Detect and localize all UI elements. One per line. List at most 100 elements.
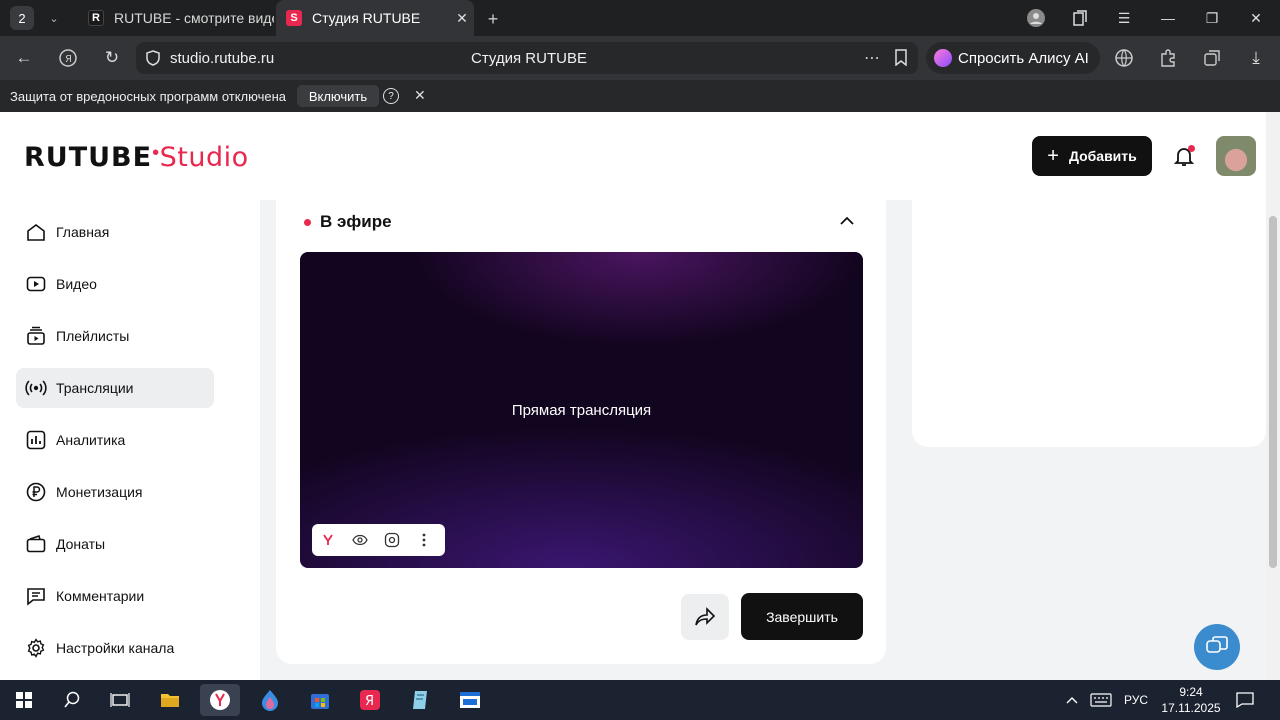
end-broadcast-button[interactable]: Завершить bbox=[741, 593, 863, 640]
new-tab-icon[interactable]: + bbox=[482, 8, 504, 30]
chat-icon bbox=[1206, 636, 1228, 653]
rutube-favicon-icon: R bbox=[88, 10, 104, 26]
file-explorer-icon[interactable] bbox=[150, 684, 190, 716]
close-window-icon[interactable]: ✕ bbox=[1234, 0, 1278, 36]
reload-icon[interactable]: ↻ bbox=[100, 46, 124, 70]
sidebar-item-broadcasts[interactable]: Трансляции bbox=[16, 368, 214, 408]
sidebar: Главная Видео Плейлисты Трансляции Анали… bbox=[0, 200, 260, 680]
live-indicator-dot bbox=[304, 219, 311, 226]
broadcast-icon bbox=[25, 377, 47, 399]
home-icon bbox=[25, 221, 47, 243]
profile-icon[interactable] bbox=[1014, 0, 1058, 36]
notification-dot bbox=[1188, 145, 1195, 152]
keyboard-icon[interactable] bbox=[1090, 680, 1116, 720]
yandex-home-icon[interactable]: Я bbox=[56, 46, 80, 70]
url-text: studio.rutube.ru bbox=[170, 50, 275, 67]
security-warning-text: Защита от вредоносных программ отключена bbox=[10, 89, 287, 104]
wallet-icon bbox=[25, 533, 47, 555]
security-info-bar: Защита от вредоносных программ отключена… bbox=[0, 80, 1280, 112]
search-icon[interactable] bbox=[52, 684, 92, 716]
ruble-icon bbox=[25, 481, 47, 503]
sidebar-item-analytics[interactable]: Аналитика bbox=[16, 420, 214, 460]
scrollbar-thumb[interactable] bbox=[1269, 216, 1277, 568]
sidebar-item-home[interactable]: Главная bbox=[16, 212, 214, 252]
sidebar-item-comments[interactable]: Комментарии bbox=[16, 576, 214, 616]
fire-app-icon[interactable] bbox=[250, 684, 290, 716]
video-player[interactable]: Прямая трансляция bbox=[300, 252, 863, 568]
menu-icon[interactable]: ☰ bbox=[1102, 0, 1146, 36]
logo-dot: • bbox=[152, 142, 160, 164]
language-indicator[interactable]: РУС bbox=[1124, 680, 1148, 720]
tabs-dropdown-icon[interactable]: ⌄ bbox=[44, 8, 64, 28]
window-app-icon[interactable] bbox=[450, 684, 490, 716]
sidebar-item-donations[interactable]: Донаты bbox=[16, 524, 214, 564]
player-title: Прямая трансляция bbox=[511, 402, 652, 419]
logo-studio: Studio bbox=[159, 142, 249, 173]
shield-icon[interactable] bbox=[146, 50, 160, 66]
back-icon[interactable]: ← bbox=[12, 46, 36, 70]
sidebar-item-video[interactable]: Видео bbox=[16, 264, 214, 304]
analytics-icon bbox=[25, 429, 47, 451]
sidebar-item-playlists[interactable]: Плейлисты bbox=[16, 316, 214, 356]
task-view-icon[interactable] bbox=[100, 684, 140, 716]
eye-icon[interactable] bbox=[344, 524, 376, 556]
close-infobar-icon[interactable]: ✕ bbox=[414, 87, 426, 104]
tab-count-button[interactable]: 2 bbox=[10, 6, 34, 30]
yandex-icon[interactable] bbox=[312, 524, 344, 556]
help-icon[interactable]: ? bbox=[383, 88, 399, 104]
add-button[interactable]: + Добавить bbox=[1032, 136, 1152, 176]
bookmark-icon[interactable] bbox=[894, 49, 908, 71]
playlist-icon bbox=[25, 325, 47, 347]
tabs-collection-icon[interactable] bbox=[1200, 46, 1224, 70]
studio-favicon-icon: S bbox=[286, 10, 302, 26]
share-button[interactable] bbox=[681, 594, 729, 640]
restore-icon[interactable]: ❐ bbox=[1190, 0, 1234, 36]
tray-overflow-icon[interactable] bbox=[1066, 680, 1084, 720]
sidebar-item-channel-settings[interactable]: Настройки канала bbox=[16, 628, 214, 668]
sidebar-item-label: Донаты bbox=[56, 536, 106, 552]
screenshot-icon[interactable] bbox=[376, 524, 408, 556]
sidebar-item-label: Аналитика bbox=[56, 432, 126, 448]
studio-header: RUTUBE•Studio + Добавить bbox=[0, 112, 1266, 200]
sidebar-item-label: Настройки канала bbox=[56, 640, 175, 656]
extensions-icon[interactable] bbox=[1156, 46, 1180, 70]
taskbar-clock[interactable]: 9:24 17.11.2025 bbox=[1156, 684, 1226, 716]
sidebar-item-label: Видео bbox=[56, 276, 97, 292]
alice-icon bbox=[934, 49, 952, 67]
minimize-icon[interactable]: — bbox=[1146, 0, 1190, 36]
rutube-studio-logo[interactable]: RUTUBE•Studio bbox=[24, 142, 249, 173]
sidebar-item-monetization[interactable]: Монетизация bbox=[16, 472, 214, 512]
more-vertical-icon[interactable] bbox=[408, 524, 440, 556]
side-panel bbox=[912, 200, 1266, 447]
add-button-label: Добавить bbox=[1068, 148, 1137, 164]
tab-rutube-studio[interactable]: S Студия RUTUBE ✕ bbox=[276, 0, 474, 36]
enable-protection-button[interactable]: Включить bbox=[297, 85, 379, 107]
collections-icon[interactable] bbox=[1058, 0, 1102, 36]
download-icon[interactable]: ⤓ bbox=[1244, 46, 1268, 70]
user-avatar[interactable] bbox=[1216, 136, 1256, 176]
support-chat-button[interactable] bbox=[1194, 624, 1240, 670]
clock-time: 9:24 bbox=[1179, 685, 1203, 699]
more-icon[interactable]: ⋯ bbox=[864, 48, 880, 68]
notification-center-icon[interactable] bbox=[1236, 680, 1258, 720]
globe-icon[interactable] bbox=[1112, 46, 1136, 70]
chevron-up-icon[interactable] bbox=[838, 212, 856, 230]
browser-tab-bar: 2 ⌄ R RUTUBE - смотрите виде S Студия RU… bbox=[0, 0, 1280, 36]
yandex-browser-icon[interactable] bbox=[200, 684, 240, 716]
svg-text:Я: Я bbox=[365, 694, 374, 709]
windows-start-icon[interactable] bbox=[4, 684, 44, 716]
close-tab-icon[interactable]: ✕ bbox=[450, 10, 474, 27]
address-bar: ← Я ↻ studio.rutube.ru Студия RUTUBE ⋯ С… bbox=[0, 36, 1280, 80]
ask-alice-button[interactable]: Спросить Алису AI bbox=[926, 42, 1100, 74]
sidebar-item-label: Комментарии bbox=[56, 588, 145, 604]
url-field[interactable]: studio.rutube.ru Студия RUTUBE ⋯ bbox=[136, 42, 918, 74]
tab-rutube[interactable]: R RUTUBE - смотрите виде bbox=[78, 0, 274, 36]
notes-app-icon[interactable] bbox=[400, 684, 440, 716]
yandex-app-icon[interactable]: Я bbox=[350, 684, 390, 716]
store-icon[interactable] bbox=[300, 684, 340, 716]
tab-title: RUTUBE - смотрите виде bbox=[114, 10, 274, 26]
comment-icon bbox=[25, 585, 47, 607]
sidebar-item-label: Монетизация bbox=[56, 484, 143, 500]
page-scrollbar[interactable] bbox=[1266, 112, 1280, 680]
svg-text:Я: Я bbox=[65, 54, 72, 65]
